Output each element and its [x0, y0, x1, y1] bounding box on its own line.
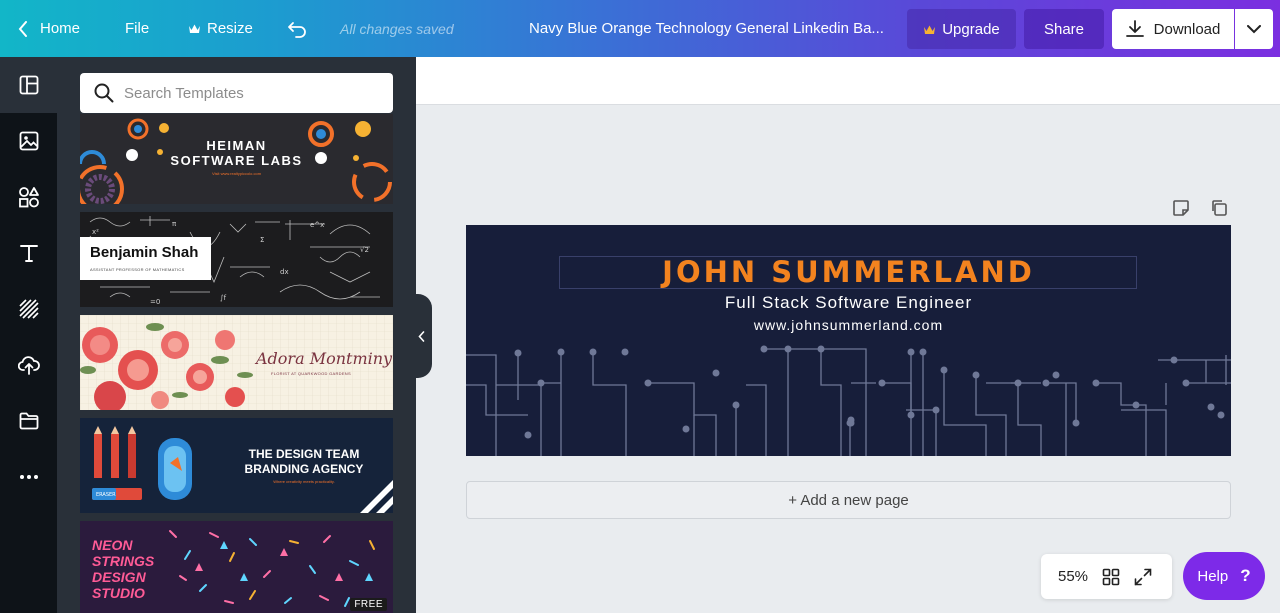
svg-text:∫f: ∫f — [220, 294, 227, 302]
download-button[interactable]: Download — [1112, 9, 1234, 49]
svg-text:dx: dx — [280, 268, 289, 276]
collapse-panel-button[interactable] — [411, 294, 432, 378]
rail-background[interactable] — [0, 281, 57, 337]
add-page-button[interactable]: + Add a new page — [466, 481, 1231, 519]
home-label: Home — [40, 20, 81, 37]
upgrade-label: Upgrade — [942, 20, 1000, 38]
templates-panel: HEIMAN SOFTWARE LABS Visit www.realtypic… — [57, 57, 416, 613]
rail-templates[interactable] — [0, 57, 57, 113]
notes-icon[interactable] — [1171, 198, 1191, 218]
template-benjamin-title: Benjamin Shah — [90, 244, 199, 261]
undo-icon — [288, 21, 306, 38]
template-neon-title: NEON STRINGS DESIGN STUDIO — [92, 537, 154, 601]
design-role-text[interactable]: Full Stack Software Engineer — [466, 293, 1231, 313]
help-button[interactable]: Help ? — [1183, 552, 1265, 600]
svg-text:e^x: e^x — [310, 221, 324, 229]
template-design-team-title-line2: BRANDING AGENCY — [244, 462, 364, 476]
zoom-level[interactable]: 55% — [1058, 568, 1088, 585]
rail-more[interactable] — [0, 449, 57, 505]
template-design-team-title: THE DESIGN TEAM BRANDING AGENCY — [230, 447, 378, 477]
template-heiman-subtitle: Visit www.realtypiccolo.com — [211, 171, 262, 176]
resize-button[interactable]: Resize — [188, 0, 253, 57]
template-heiman-title-line1: HEIMAN — [206, 138, 267, 153]
template-design-team-eraser: ERASER — [96, 492, 116, 498]
elements-icon — [18, 187, 39, 208]
template-design-team-title-line1: THE DESIGN TEAM — [248, 447, 360, 461]
editor-toolbar — [416, 57, 1280, 105]
design-website-text[interactable]: www.johnsummerland.com — [466, 317, 1231, 333]
rail-elements[interactable] — [0, 169, 57, 225]
folder-icon — [19, 412, 38, 430]
template-card-benjamin[interactable]: x² π Σ e^x √2 ∫f dx =0 Benjamin Shah ASSISTAN… — [80, 212, 393, 307]
template-neon-line2: STRINGS — [92, 553, 155, 569]
svg-text:x²: x² — [92, 228, 99, 236]
template-benjamin-subtitle: ASSISTANT PROFESSOR OF MATHEMATICS — [90, 267, 185, 272]
templates-icon — [19, 75, 38, 95]
text-icon — [19, 245, 38, 262]
template-neon-line4: STUDIO — [92, 585, 145, 601]
top-bar: Home File Resize All changes saved Navy … — [0, 0, 1280, 57]
share-label: Share — [1043, 20, 1085, 38]
template-card-neon[interactable]: NEON STRINGS DESIGN STUDIO FREE — [80, 521, 393, 613]
rail-text[interactable] — [0, 225, 57, 281]
template-neon-line1: NEON — [92, 537, 133, 553]
chevron-left-icon — [18, 20, 27, 37]
background-icon — [18, 299, 39, 319]
rail-folder[interactable] — [0, 393, 57, 449]
search-icon — [94, 83, 114, 103]
svg-text:√2: √2 — [360, 246, 369, 254]
share-button[interactable]: Share — [1024, 9, 1104, 49]
page-tools — [1171, 198, 1229, 218]
download-icon — [1125, 20, 1144, 37]
upgrade-button[interactable]: Upgrade — [907, 9, 1016, 49]
crown-icon — [924, 25, 936, 34]
svg-text:π: π — [172, 220, 177, 228]
home-button[interactable]: Home — [18, 0, 80, 57]
document-title[interactable]: Navy Blue Orange Technology General Link… — [529, 0, 889, 57]
crown-icon — [189, 24, 200, 33]
undo-button[interactable] — [287, 0, 309, 57]
free-badge: FREE — [350, 598, 387, 611]
svg-text:=0: =0 — [150, 298, 160, 306]
uploads-icon — [17, 356, 40, 375]
search-input[interactable] — [124, 84, 374, 102]
help-label: Help — [1197, 567, 1229, 585]
template-card-design-team[interactable]: ERASER THE DESIGN TEAM BRANDING AGENCY W… — [80, 418, 393, 513]
template-heiman-title: HEIMAN SOFTWARE LABS — [80, 138, 393, 168]
help-question-icon: ? — [1240, 566, 1251, 585]
download-label: Download — [1153, 20, 1221, 38]
search-bar — [80, 73, 393, 113]
photos-icon — [19, 131, 38, 151]
more-icon — [19, 475, 38, 479]
fullscreen-icon[interactable] — [1134, 568, 1152, 586]
download-options-button[interactable] — [1235, 9, 1273, 49]
grid-view-icon[interactable] — [1102, 568, 1120, 586]
resize-label: Resize — [207, 20, 253, 37]
template-design-team-subtitle: Where creativity meets practicality. — [273, 479, 335, 484]
duplicate-page-icon[interactable] — [1209, 198, 1229, 218]
rail-photos[interactable] — [0, 113, 57, 169]
template-card-adora[interactable]: Adora Montminy FLORIST AT QUARKWOOD GARD… — [80, 315, 393, 410]
template-card-heiman[interactable]: HEIMAN SOFTWARE LABS Visit www.realtypic… — [80, 114, 393, 204]
file-label: File — [125, 20, 150, 37]
save-status: All changes saved — [340, 20, 454, 37]
template-adora-title: Adora Montminy — [256, 349, 393, 368]
design-name-text[interactable]: JOHN SUMMERLAND — [466, 255, 1231, 289]
zoom-controls: 55% — [1041, 554, 1172, 599]
template-neon-line3: DESIGN — [92, 569, 146, 585]
side-rail — [0, 57, 57, 613]
template-adora-subtitle: FLORIST AT QUARKWOOD GARDENS — [271, 371, 351, 376]
rail-uploads[interactable] — [0, 337, 57, 393]
chevron-down-icon — [1247, 24, 1261, 33]
design-page[interactable]: JOHN SUMMERLAND Full Stack Software Engi… — [466, 225, 1231, 456]
svg-text:Σ: Σ — [260, 236, 264, 244]
template-benjamin-namebox: Benjamin Shah ASSISTANT PROFESSOR OF MAT… — [80, 237, 211, 280]
file-menu[interactable]: File — [125, 0, 149, 57]
template-heiman-title-line2: SOFTWARE LABS — [170, 153, 303, 168]
canvas-area: JOHN SUMMERLAND Full Stack Software Engi… — [416, 57, 1280, 613]
chevron-left-icon — [418, 330, 425, 342]
